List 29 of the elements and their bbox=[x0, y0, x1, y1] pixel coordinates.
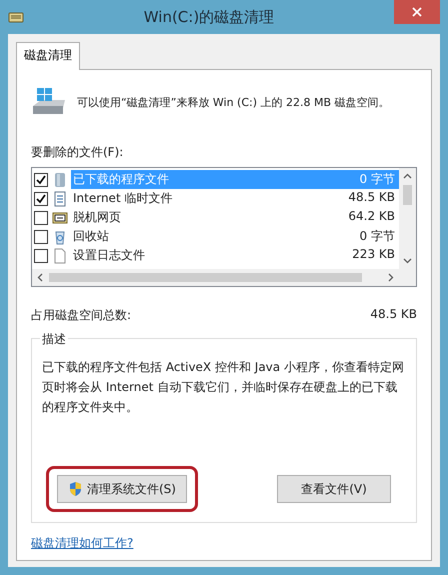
list-item[interactable]: 回收站 0 字节 bbox=[71, 227, 399, 246]
web-page-icon bbox=[52, 210, 68, 226]
intro-text: 可以使用“磁盘清理”来释放 Win (C:) 上的 22.8 MB 磁盘空间。 bbox=[77, 94, 390, 110]
group-title: 描述 bbox=[40, 331, 68, 348]
clean-system-files-button[interactable]: 清理系统文件(S) bbox=[57, 475, 187, 503]
shield-icon bbox=[68, 481, 83, 497]
scrollbar-thumb[interactable] bbox=[403, 185, 412, 205]
checkbox[interactable] bbox=[34, 248, 48, 262]
total-label: 占用磁盘空间总数: bbox=[31, 307, 132, 324]
list-item[interactable]: 设置日志文件 223 KB bbox=[71, 246, 399, 265]
files-label: 要删除的文件(F): bbox=[31, 144, 124, 161]
file-icon bbox=[52, 248, 68, 264]
description-text: 已下载的程序文件包括 ActiveX 控件和 Java 小程序，你查看特定网页时将会从 Internet 自动下载它们，并临时保存在硬盘上的已下载的程序文件夹中。 bbox=[42, 359, 405, 416]
checkbox[interactable] bbox=[34, 192, 48, 206]
checkbox[interactable] bbox=[34, 230, 48, 244]
list-item[interactable]: 脱机网页 64.2 KB bbox=[71, 208, 399, 227]
document-icon bbox=[52, 190, 68, 206]
tab[interactable]: 磁盘清理 bbox=[16, 42, 80, 70]
checkbox[interactable] bbox=[34, 172, 48, 186]
view-files-button[interactable]: 查看文件(V) bbox=[277, 475, 391, 503]
window-title: Win(C:)的磁盘清理 bbox=[142, 8, 276, 26]
list-item[interactable]: Internet 临时文件 48.5 KB bbox=[71, 189, 399, 208]
close-button[interactable] bbox=[394, 0, 440, 24]
folder-icon bbox=[52, 172, 68, 188]
help-link[interactable]: 磁盘清理如何工作? bbox=[31, 535, 417, 552]
total-value: 48.5 KB bbox=[370, 307, 417, 323]
scrollbar-thumb[interactable] bbox=[49, 273, 362, 282]
close-icon bbox=[412, 7, 422, 17]
checkbox[interactable] bbox=[34, 210, 48, 224]
